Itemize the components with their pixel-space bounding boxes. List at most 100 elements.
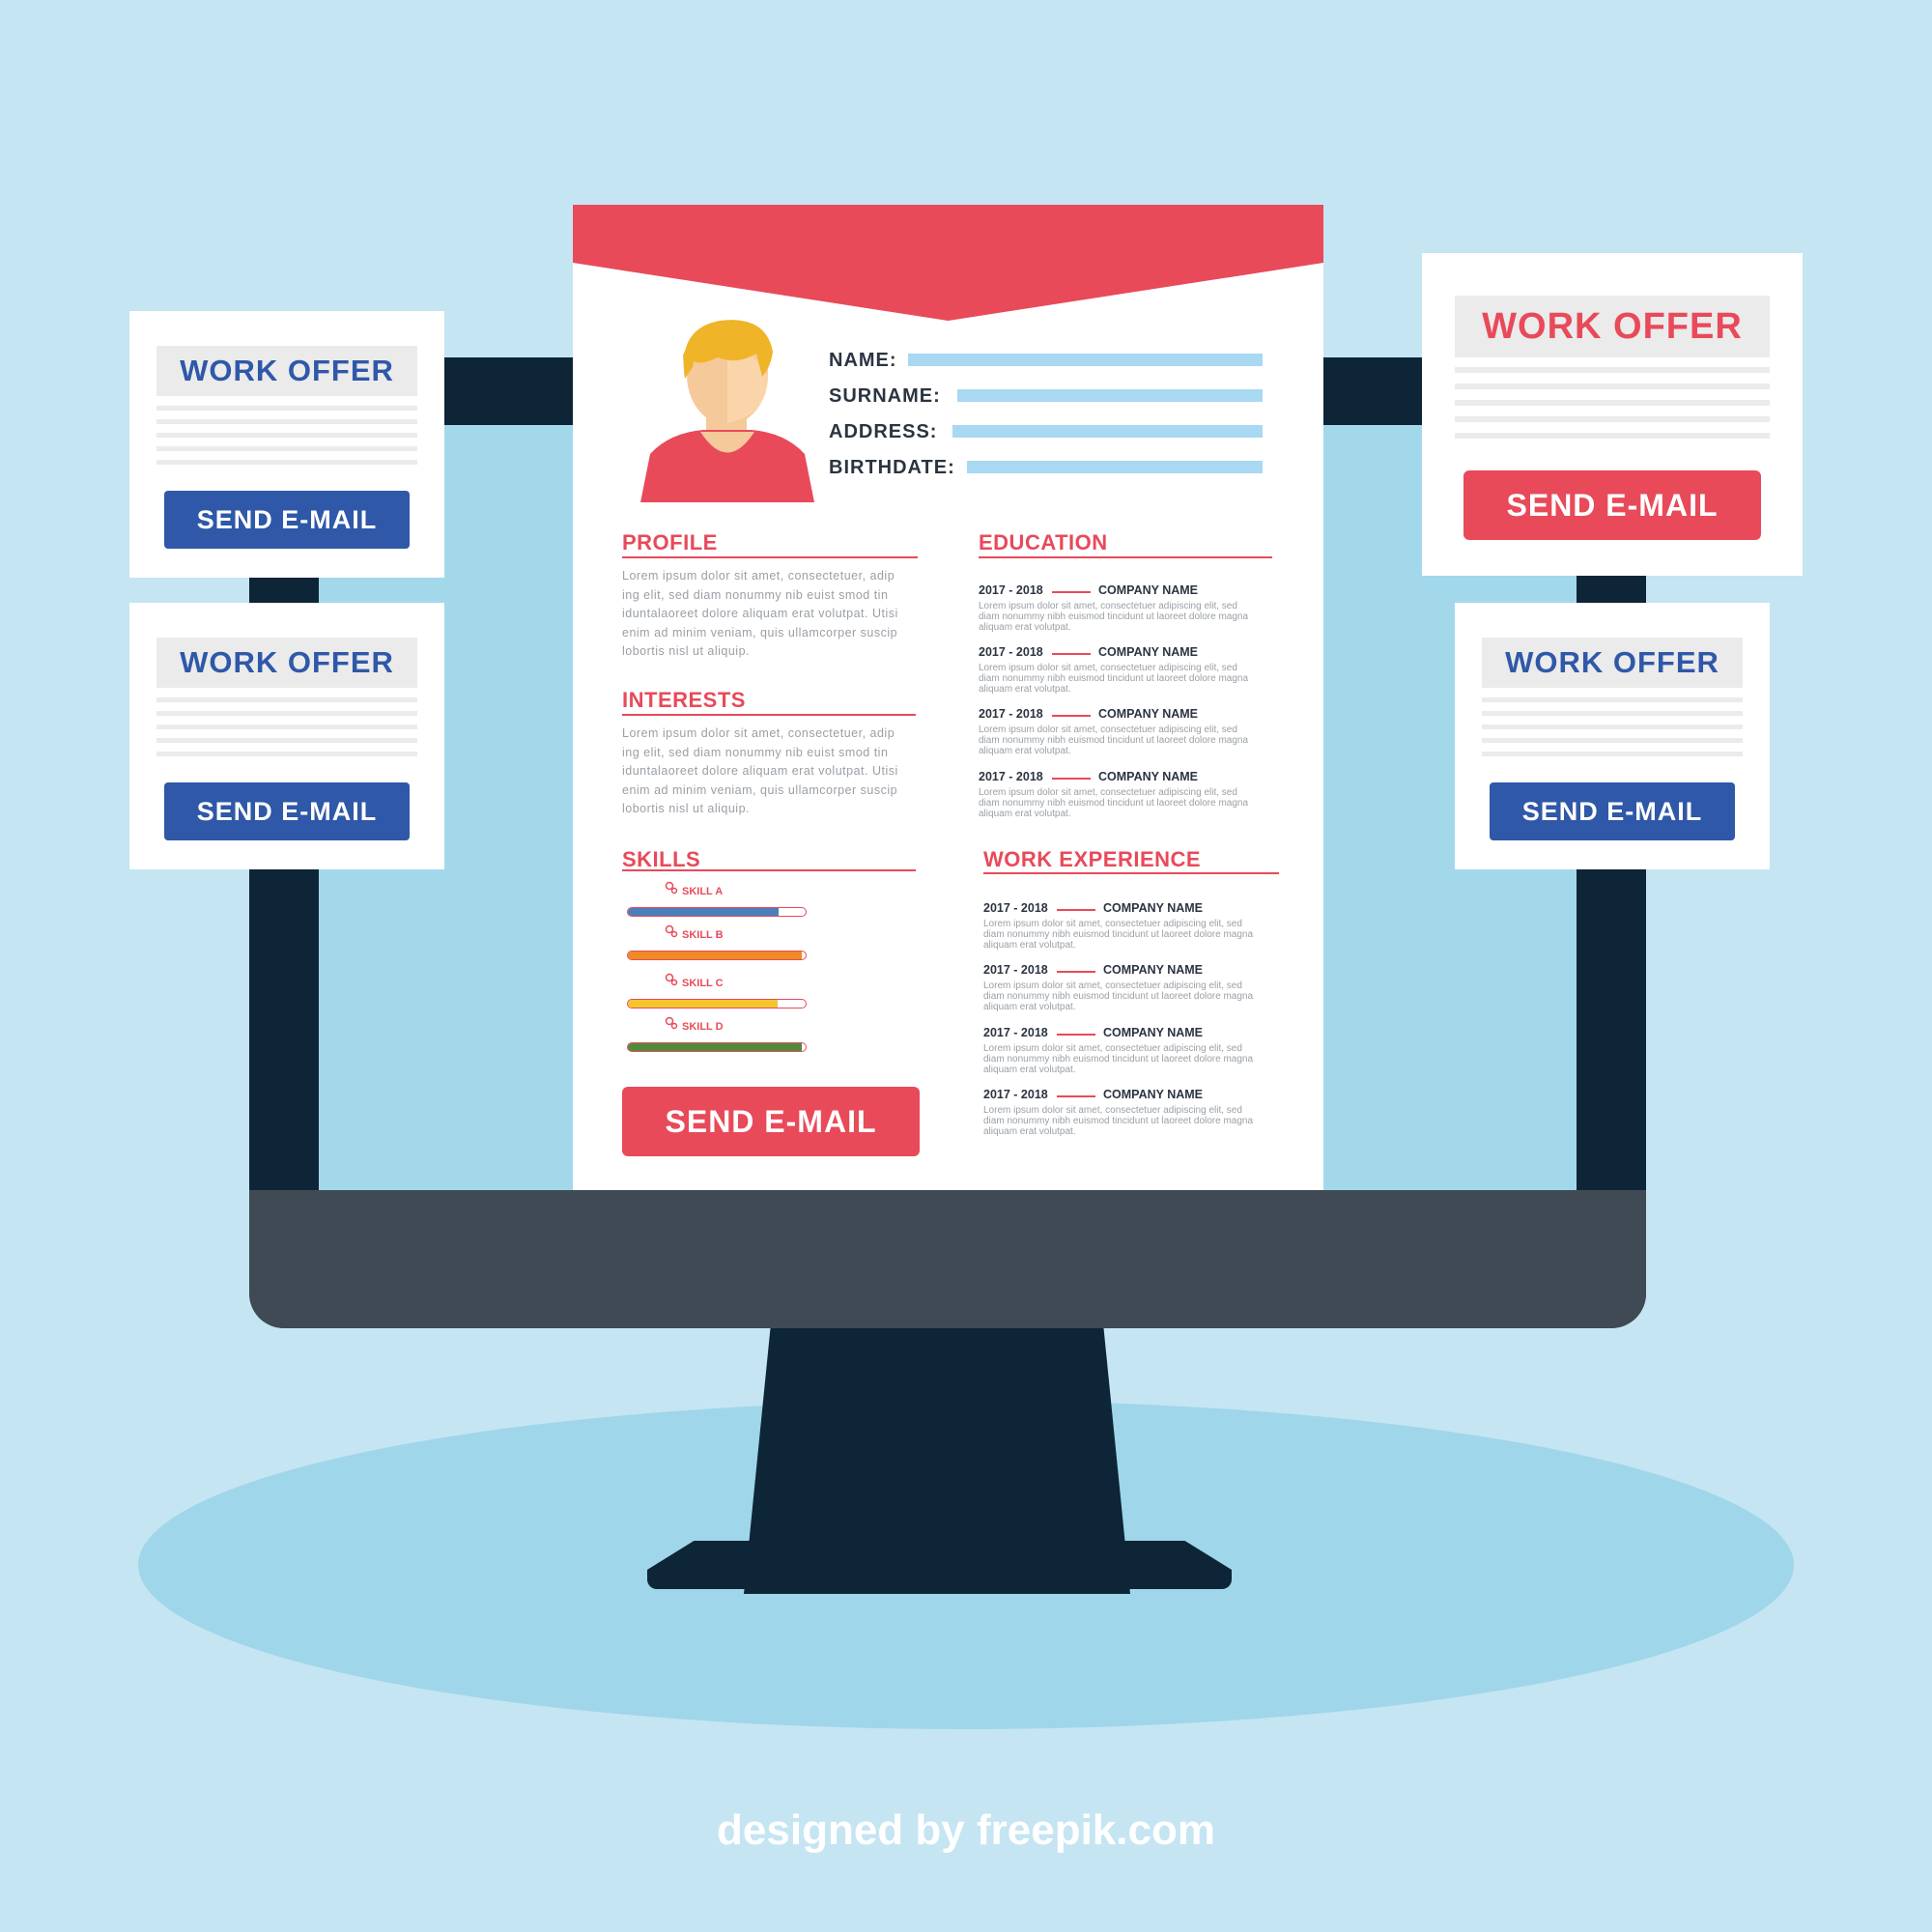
profile-rule	[622, 556, 918, 558]
text-line	[1482, 724, 1743, 729]
education-title: EDUCATION	[979, 530, 1108, 554]
send-email-button[interactable]: SEND E-MAIL	[164, 782, 410, 840]
text-line	[1482, 711, 1743, 716]
skill-fill-c	[628, 1000, 778, 1008]
field-label-birthdate: BIRTHDATE:	[829, 457, 955, 478]
entry-company: COMPANY NAME	[1098, 770, 1199, 783]
text-line	[156, 460, 417, 465]
skill-bar-d	[627, 1042, 807, 1052]
send-email-button[interactable]: SEND E-MAIL	[622, 1087, 920, 1156]
entry-dash	[1052, 591, 1091, 593]
work-offer-card: WORK OFFER SEND E-MAIL	[1422, 253, 1803, 576]
text-line	[156, 697, 417, 702]
resume-header-banner	[573, 205, 1323, 321]
entry-year: 2017 - 2018	[983, 963, 1048, 977]
profile-text: Lorem ipsum dolor sit amet, consectetuer…	[622, 569, 898, 658]
entry-dash	[1057, 1095, 1095, 1097]
entry-year: 2017 - 2018	[979, 770, 1043, 783]
text-line	[156, 724, 417, 729]
skill-fill-d	[628, 1043, 803, 1051]
entry-description: Lorem ipsum dolor sit amet, consectetuer…	[983, 1105, 1254, 1137]
credit-text: designed by freepik.com	[717, 1806, 1215, 1854]
field-label-name: NAME:	[829, 350, 897, 371]
text-line	[1455, 416, 1770, 422]
entry-year: 2017 - 2018	[979, 645, 1043, 659]
field-line-surname[interactable]	[957, 389, 1263, 402]
skill-bar-a	[627, 907, 807, 917]
entry-description: Lorem ipsum dolor sit amet, consectetuer…	[979, 663, 1249, 695]
entry-company: COMPANY NAME	[1098, 707, 1199, 721]
interests-rule	[622, 714, 916, 716]
work-experience-title: WORK EXPERIENCE	[983, 847, 1202, 871]
text-line	[156, 433, 417, 438]
skill-bar-c	[627, 999, 807, 1009]
send-email-button[interactable]: SEND E-MAIL	[1490, 782, 1735, 840]
text-line	[1482, 697, 1743, 702]
skill-label: SKILL C	[682, 978, 724, 989]
field-label-address: ADDRESS:	[829, 421, 938, 442]
profile-title: PROFILE	[622, 530, 718, 554]
entry-dash	[1052, 653, 1091, 655]
text-line	[156, 711, 417, 716]
gear-icon	[665, 881, 678, 895]
entry-year: 2017 - 2018	[983, 1026, 1048, 1039]
field-line-name[interactable]	[908, 354, 1263, 366]
entry-description: Lorem ipsum dolor sit amet, consectetuer…	[979, 601, 1249, 633]
entry-company: COMPANY NAME	[1098, 645, 1199, 659]
monitor-chin	[249, 1190, 1646, 1328]
field-label-surname: SURNAME:	[829, 385, 941, 407]
entry-company: COMPANY NAME	[1098, 583, 1199, 597]
entry-dash	[1057, 909, 1095, 911]
skill-label: SKILL A	[682, 886, 724, 897]
entry-description: Lorem ipsum dolor sit amet, consectetuer…	[979, 724, 1249, 756]
education-rule	[979, 556, 1272, 558]
interests-text: Lorem ipsum dolor sit amet, consectetuer…	[622, 726, 898, 815]
avatar-icon	[640, 320, 814, 502]
text-line	[156, 406, 417, 411]
entry-description: Lorem ipsum dolor sit amet, consectetuer…	[983, 1043, 1254, 1075]
resume-document: NAME: SURNAME: ADDRESS: BIRTHDATE: PROFI…	[573, 205, 1323, 1190]
text-line	[1482, 752, 1743, 756]
text-line	[1455, 400, 1770, 406]
work-offer-card: WORK OFFER SEND E-MAIL	[129, 311, 444, 578]
entry-company: COMPANY NAME	[1103, 901, 1204, 915]
gear-icon	[665, 924, 678, 938]
entry-company: COMPANY NAME	[1103, 1088, 1204, 1101]
entry-company: COMPANY NAME	[1103, 963, 1204, 977]
text-line	[156, 446, 417, 451]
text-line	[156, 419, 417, 424]
skills-rule	[622, 869, 916, 871]
field-line-birthdate[interactable]	[967, 461, 1263, 473]
text-line	[156, 752, 417, 756]
skill-fill-b	[628, 952, 803, 959]
entry-year: 2017 - 2018	[983, 1088, 1048, 1101]
work-offer-title: WORK OFFER	[1482, 638, 1743, 688]
field-line-address[interactable]	[952, 425, 1263, 438]
work-offer-title: WORK OFFER	[156, 346, 417, 396]
work-experience-rule	[983, 872, 1279, 874]
skill-bar-b	[627, 951, 807, 960]
gear-icon	[665, 1016, 678, 1030]
entry-dash	[1052, 715, 1091, 717]
work-offer-title: WORK OFFER	[156, 638, 417, 688]
monitor-stand-base	[647, 1541, 1232, 1589]
work-offer-card: WORK OFFER SEND E-MAIL	[1455, 603, 1770, 869]
skill-label: SKILL D	[682, 1021, 724, 1033]
work-offer-title: WORK OFFER	[1455, 296, 1770, 357]
gear-icon	[665, 973, 678, 986]
entry-year: 2017 - 2018	[979, 707, 1043, 721]
work-offer-card: WORK OFFER SEND E-MAIL	[129, 603, 444, 869]
text-line	[1455, 433, 1770, 439]
send-email-button[interactable]: SEND E-MAIL	[164, 491, 410, 549]
entry-dash	[1052, 778, 1091, 780]
entry-company: COMPANY NAME	[1103, 1026, 1204, 1039]
entry-description: Lorem ipsum dolor sit amet, consectetuer…	[979, 787, 1249, 819]
send-email-button[interactable]: SEND E-MAIL	[1463, 470, 1761, 540]
skill-label: SKILL B	[682, 929, 724, 941]
text-line	[1482, 738, 1743, 743]
text-line	[1455, 384, 1770, 389]
entry-year: 2017 - 2018	[983, 901, 1048, 915]
entry-dash	[1057, 1034, 1095, 1036]
entry-description: Lorem ipsum dolor sit amet, consectetuer…	[983, 980, 1254, 1012]
skill-fill-a	[628, 908, 780, 916]
